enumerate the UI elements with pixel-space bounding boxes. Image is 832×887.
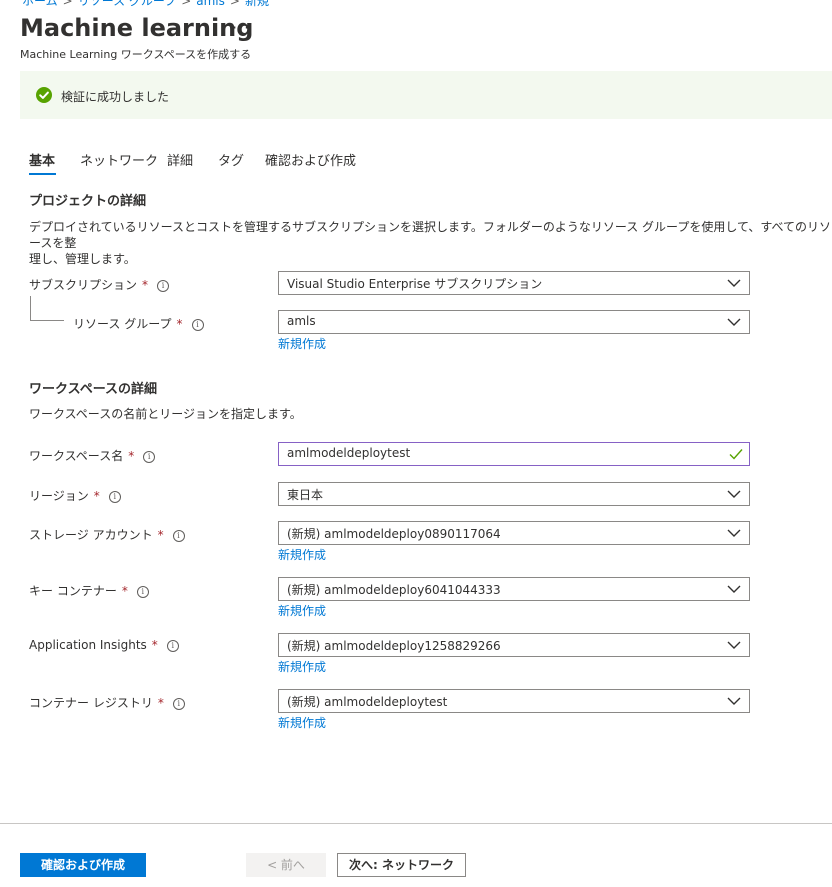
region-label: リージョン * i — [29, 487, 121, 504]
breadcrumb-item-amls[interactable]: amls — [196, 0, 225, 8]
workspace-name-label: ワークスペース名 * i — [29, 447, 156, 464]
info-icon[interactable]: i — [143, 451, 156, 463]
workspace-details-description: ワークスペースの名前とリージョンを指定します。 — [29, 407, 302, 421]
key-vault-dropdown[interactable]: (新規) amlmodeldeploy6041044333 — [278, 577, 750, 601]
subscription-value: Visual Studio Enterprise サブスクリプション — [287, 277, 543, 291]
storage-account-label-text: ストレージ アカウント — [29, 528, 153, 542]
active-tab-indicator — [29, 173, 56, 175]
app-insights-label-text: Application Insights — [29, 638, 147, 652]
validation-message: 検証に成功しました — [61, 90, 170, 104]
chevron-down-icon — [727, 697, 741, 705]
required-marker: * — [157, 696, 164, 710]
info-icon[interactable]: i — [157, 280, 170, 292]
app-insights-dropdown[interactable]: (新規) amlmodeldeploy1258829266 — [278, 633, 750, 657]
chevron-down-icon — [727, 318, 741, 326]
project-description-line2: 理し、管理します。 — [29, 252, 136, 266]
previous-button[interactable]: < 前へ — [246, 853, 326, 877]
tree-connector — [30, 296, 31, 320]
storage-account-value: (新規) amlmodeldeploy0890117064 — [287, 527, 501, 541]
required-marker: * — [142, 278, 149, 292]
breadcrumb-item-new[interactable]: 新規 — [245, 0, 269, 8]
success-check-icon — [36, 87, 52, 103]
review-create-button[interactable]: 確認および作成 — [20, 853, 146, 877]
chevron-down-icon — [727, 490, 741, 498]
tab-review-create[interactable]: 確認および作成 — [265, 150, 356, 169]
key-vault-label-text: キー コンテナー — [29, 584, 117, 598]
resource-group-value: amls — [287, 314, 316, 328]
tree-connector — [30, 320, 64, 321]
resource-group-label-text: リソース グループ — [73, 317, 172, 331]
workspace-name-label-text: ワークスペース名 — [29, 449, 124, 463]
region-label-text: リージョン — [29, 489, 89, 503]
container-registry-label-text: コンテナー レジストリ — [29, 696, 153, 710]
resource-group-dropdown[interactable]: amls — [278, 310, 750, 334]
tab-basics[interactable]: 基本 — [29, 150, 55, 169]
next-network-button[interactable]: 次へ: ネットワーク — [337, 853, 466, 877]
info-icon[interactable]: i — [172, 698, 185, 710]
chevron-down-icon — [727, 585, 741, 593]
more-options-button[interactable]: ··· — [232, 18, 250, 37]
create-new-key-vault-link[interactable]: 新規作成 — [278, 602, 326, 619]
info-icon[interactable]: i — [191, 319, 204, 331]
storage-account-dropdown[interactable]: (新規) amlmodeldeploy0890117064 — [278, 521, 750, 545]
breadcrumb-item-resource-groups[interactable]: リソース グループ — [78, 0, 177, 8]
container-registry-dropdown[interactable]: (新規) amlmodeldeploytest — [278, 689, 750, 713]
chevron-down-icon — [727, 279, 741, 287]
workspace-name-input[interactable]: amlmodeldeploytest — [278, 442, 750, 466]
required-marker: * — [93, 489, 100, 503]
workspace-name-value: amlmodeldeploytest — [287, 446, 411, 460]
breadcrumb-separator: > — [62, 0, 73, 8]
create-new-resource-group-link[interactable]: 新規作成 — [278, 335, 326, 352]
subscription-label: サブスクリプション * i — [29, 276, 170, 293]
info-icon[interactable]: i — [136, 586, 149, 598]
tab-tags[interactable]: タグ — [218, 150, 244, 169]
required-marker: * — [128, 449, 135, 463]
app-insights-value: (新規) amlmodeldeploy1258829266 — [287, 639, 501, 653]
container-registry-value: (新規) amlmodeldeploytest — [287, 695, 448, 709]
project-details-description: デプロイされているリソースとコストを管理するサブスクリプションを選択します。フォ… — [29, 219, 832, 267]
info-icon[interactable]: i — [108, 491, 121, 503]
required-marker: * — [151, 638, 158, 652]
info-icon[interactable]: i — [172, 530, 185, 542]
create-new-app-insights-link[interactable]: 新規作成 — [278, 658, 326, 675]
project-description-line1: デプロイされているリソースとコストを管理するサブスクリプションを選択します。フォ… — [29, 220, 832, 250]
create-new-storage-link[interactable]: 新規作成 — [278, 546, 326, 563]
subscription-dropdown[interactable]: Visual Studio Enterprise サブスクリプション — [278, 271, 750, 295]
footer-divider — [0, 823, 832, 824]
tab-network[interactable]: ネットワーク — [80, 150, 158, 169]
tab-advanced[interactable]: 詳細 — [167, 150, 193, 169]
breadcrumb: ホーム > リソース グループ > amls > 新規 — [22, 0, 269, 9]
breadcrumb-separator: > — [229, 0, 240, 8]
breadcrumb-item-home[interactable]: ホーム — [22, 0, 58, 8]
workspace-details-heading: ワークスペースの詳細 — [29, 382, 158, 397]
project-details-heading: プロジェクトの詳細 — [29, 194, 147, 209]
create-new-container-registry-link[interactable]: 新規作成 — [278, 714, 326, 731]
required-marker: * — [176, 317, 183, 331]
valid-check-icon — [729, 449, 743, 460]
info-icon[interactable]: i — [166, 640, 179, 652]
container-registry-label: コンテナー レジストリ * i — [29, 694, 185, 711]
app-insights-label: Application Insights * i — [29, 638, 179, 652]
chevron-down-icon — [727, 529, 741, 537]
region-value: 東日本 — [287, 488, 324, 502]
chevron-down-icon — [727, 641, 741, 649]
key-vault-label: キー コンテナー * i — [29, 582, 149, 599]
resource-group-label: リソース グループ * i — [73, 315, 204, 332]
required-marker: * — [121, 584, 128, 598]
required-marker: * — [157, 528, 164, 542]
region-dropdown[interactable]: 東日本 — [278, 482, 750, 506]
breadcrumb-separator: > — [181, 0, 192, 8]
key-vault-value: (新規) amlmodeldeploy6041044333 — [287, 583, 501, 597]
subscription-label-text: サブスクリプション — [29, 278, 138, 292]
page-subtitle: Machine Learning ワークスペースを作成する — [20, 48, 252, 61]
page-title: Machine learning — [20, 14, 254, 42]
storage-account-label: ストレージ アカウント * i — [29, 526, 185, 543]
